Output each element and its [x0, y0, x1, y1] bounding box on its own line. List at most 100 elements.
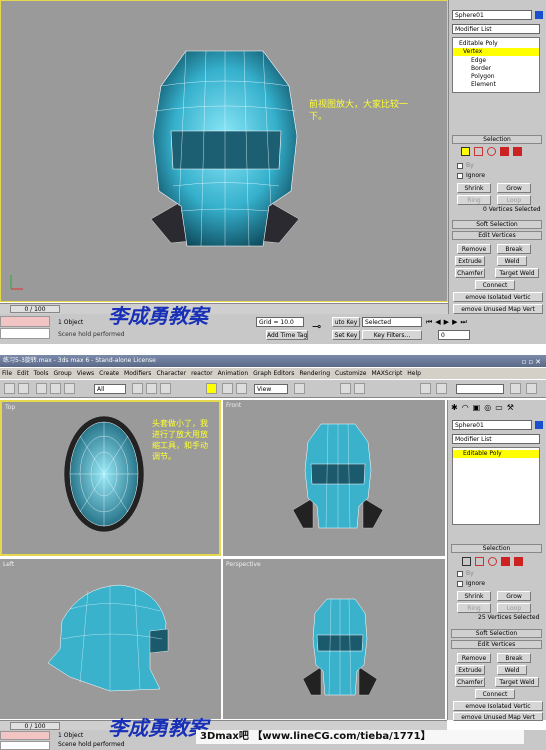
bottom-maxscript-listener[interactable] [0, 731, 50, 740]
shrink-button[interactable]: Shrink [457, 183, 491, 193]
selected-dropdown[interactable]: Selected [362, 317, 422, 327]
select-icon[interactable] [132, 383, 143, 394]
ring-button-bottom[interactable]: Ring [457, 603, 491, 613]
viewport-perspective[interactable]: Perspective [223, 559, 445, 719]
key-icon[interactable]: ⊸ [312, 320, 321, 333]
object-color-swatch[interactable] [535, 11, 543, 19]
remove-button[interactable]: Remove [457, 244, 491, 254]
render-last-icon[interactable] [526, 383, 537, 394]
menu-maxscript[interactable]: MAXScript [372, 370, 403, 377]
border-mode-icon[interactable] [488, 557, 497, 566]
chamfer-button[interactable]: Chamfer [455, 268, 485, 278]
redo-icon[interactable] [18, 383, 29, 394]
modifier-list-dropdown[interactable]: Modifier List [452, 24, 540, 34]
viewport-front[interactable]: Front [223, 400, 445, 556]
break-button-bottom[interactable]: Break [497, 653, 531, 663]
add-time-tag-button[interactable]: Add Time Tag [266, 330, 308, 340]
time-slider-thumb[interactable]: 0 / 100 [10, 305, 60, 313]
bind-icon[interactable] [64, 383, 75, 394]
rotate-icon[interactable] [222, 383, 233, 394]
vertex-mode-icon[interactable] [462, 557, 471, 566]
loop-button[interactable]: Loop [497, 195, 531, 205]
target-weld-button[interactable]: Target Weld [495, 268, 539, 278]
selection-filter-dropdown[interactable]: All [94, 384, 126, 394]
loop-button-bottom[interactable]: Loop [497, 603, 531, 613]
weld-button[interactable]: Weld [497, 256, 527, 266]
menu-character[interactable]: Character [156, 370, 186, 377]
grow-button-bottom[interactable]: Grow [497, 591, 531, 601]
render-scene-icon[interactable] [436, 383, 447, 394]
selection-rollout[interactable]: Selection [452, 135, 542, 144]
top-viewport-front[interactable]: 前视图放大，大家比较一下。 [0, 0, 448, 302]
frame-field[interactable]: 0 [438, 330, 470, 340]
menu-animation[interactable]: Animation [218, 370, 249, 377]
stack-element[interactable]: Element [471, 81, 496, 89]
polygon-mode-icon[interactable] [500, 147, 509, 156]
auto-key-button[interactable]: uto Key [332, 317, 360, 327]
connect-button-bottom[interactable]: Connect [475, 689, 515, 699]
menu-modifiers[interactable]: Modifiers [124, 370, 151, 377]
object-name-field-bottom[interactable]: Sphere01 [452, 420, 532, 430]
viewport-left[interactable]: Left [0, 559, 221, 719]
ignore-checkbox-bottom[interactable]: Ignore [457, 580, 485, 588]
top-maxscript-listener[interactable] [0, 316, 50, 327]
stack-editable-poly-selected[interactable]: Editable Poly [453, 450, 539, 458]
set-key-button[interactable]: Set Key [332, 330, 360, 340]
remove-button-bottom[interactable]: Remove [457, 653, 491, 663]
undo-icon[interactable] [4, 383, 15, 394]
stack-editable-poly[interactable]: Editable Poly [459, 40, 498, 48]
reference-coordinate-dropdown[interactable]: View [254, 384, 288, 394]
menu-file[interactable]: File [2, 370, 12, 377]
viewport-top[interactable]: Top 头套做小了，我进行了放大用放缩工具，和手动调节。 [0, 400, 221, 556]
key-filters-button[interactable]: Key Filters... [362, 330, 422, 340]
element-mode-icon[interactable] [513, 147, 522, 156]
rect-select-icon[interactable] [160, 383, 171, 394]
pivot-icon[interactable] [294, 383, 305, 394]
top-maxscript-output[interactable] [0, 328, 50, 339]
ring-button[interactable]: Ring [457, 195, 491, 205]
bottom-maxscript-output[interactable] [0, 741, 50, 750]
edge-mode-icon[interactable] [474, 147, 483, 156]
break-button[interactable]: Break [497, 244, 531, 254]
polygon-mode-icon[interactable] [501, 557, 510, 566]
playback-controls[interactable]: ⏮◀▶▶⏭ [426, 318, 544, 328]
target-weld-button-bottom[interactable]: Target Weld [495, 677, 539, 687]
object-color-swatch-bottom[interactable] [535, 421, 543, 429]
remove-unused-button[interactable]: emove Unused Map Vert [453, 304, 543, 314]
quick-render-icon[interactable] [510, 383, 521, 394]
unlink-icon[interactable] [50, 383, 61, 394]
select-by-name-icon[interactable] [146, 383, 157, 394]
grow-button[interactable]: Grow [497, 183, 531, 193]
object-name-field[interactable]: Sphere01 [452, 10, 532, 20]
soft-selection-rollout-bottom[interactable]: Soft Selection [451, 629, 542, 638]
remove-unused-button-bottom[interactable]: emove Unused Map Vert [453, 712, 543, 721]
stack-border[interactable]: Border [471, 65, 491, 73]
stack-vertex-selected[interactable]: Vertex [453, 48, 539, 56]
link-icon[interactable] [36, 383, 47, 394]
menu-graph-editors[interactable]: Graph Editors [253, 370, 294, 377]
menu-edit[interactable]: Edit [17, 370, 29, 377]
menu-help[interactable]: Help [407, 370, 421, 377]
remove-isolated-button-bottom[interactable]: emove Isolated Vertic [453, 701, 543, 711]
menu-tools[interactable]: Tools [34, 370, 49, 377]
align-icon[interactable] [354, 383, 365, 394]
ignore-checkbox[interactable]: Ignore [457, 172, 485, 180]
vertex-mode-icon[interactable] [461, 147, 470, 156]
modifier-stack[interactable]: Editable Poly Vertex Edge Border Polygon… [452, 37, 540, 93]
render-type-dropdown[interactable] [456, 384, 504, 394]
chamfer-button-bottom[interactable]: Chamfer [455, 677, 485, 687]
extrude-button[interactable]: Extrude [455, 256, 485, 266]
title-bar[interactable]: 练习5-3旋转.max - 3ds max 6 - Stand-alone Li… [0, 355, 546, 367]
menu-create[interactable]: Create [99, 370, 119, 377]
subobject-icons[interactable] [461, 147, 531, 157]
material-editor-icon[interactable] [420, 383, 431, 394]
menu-rendering[interactable]: Rendering [299, 370, 330, 377]
time-slider-thumb-bottom[interactable]: 0 / 100 [10, 722, 60, 730]
element-mode-icon[interactable] [514, 557, 523, 566]
shrink-button-bottom[interactable]: Shrink [457, 591, 491, 601]
command-panel-tabs[interactable]: ✱◠▣◎▭⚒ [451, 403, 543, 415]
selection-rollout-bottom[interactable]: Selection [451, 544, 542, 553]
menu-views[interactable]: Views [77, 370, 94, 377]
move-icon[interactable] [206, 383, 217, 394]
subobject-icons-bottom[interactable] [462, 557, 532, 567]
